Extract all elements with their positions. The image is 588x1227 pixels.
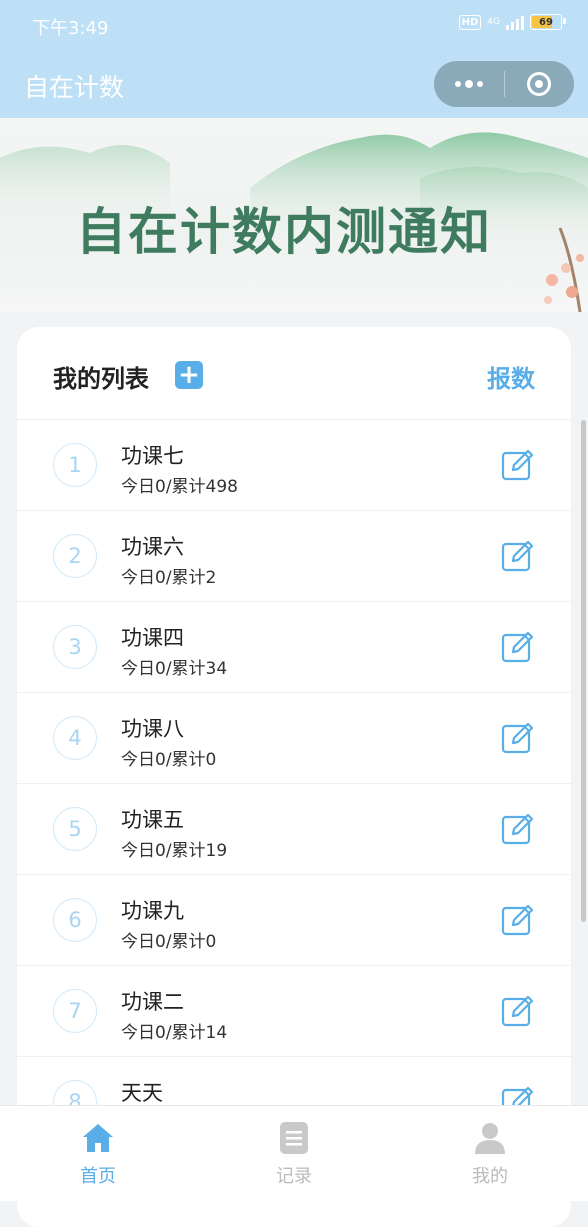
hd-icon: HD — [458, 14, 482, 30]
more-button[interactable] — [434, 61, 504, 107]
battery-icon: 69 — [530, 14, 566, 30]
index-badge: 5 — [53, 807, 97, 851]
index-badge: 1 — [53, 443, 97, 487]
network-label: 4G — [487, 17, 500, 27]
item-name: 功课二 — [121, 990, 184, 1014]
banner[interactable]: 自在计数内测通知 — [0, 118, 588, 312]
user-icon — [475, 1123, 505, 1154]
item-stats: 今日0/累计2 — [121, 568, 217, 588]
status-icons: HD 4G 69 — [458, 14, 566, 30]
list-item[interactable]: 1 功课七今日0/累计498 — [17, 420, 571, 511]
mini-program-capsule — [434, 61, 574, 107]
index-badge: 4 — [53, 716, 97, 760]
item-stats: 今日0/累计34 — [121, 659, 228, 679]
item-stats: 今日0/累计14 — [121, 1023, 228, 1043]
item-name: 功课六 — [121, 535, 184, 559]
index-badge: 7 — [53, 989, 97, 1033]
edit-icon[interactable] — [501, 994, 535, 1028]
list-item[interactable]: 3 功课四今日0/累计34 — [17, 602, 571, 693]
page-title: 自在计数 — [24, 73, 125, 102]
edit-icon[interactable] — [501, 903, 535, 937]
edit-icon[interactable] — [501, 630, 535, 664]
title-bar: 自在计数 — [0, 52, 588, 118]
edit-icon[interactable] — [501, 812, 535, 846]
list-title: 我的列表 — [53, 365, 149, 393]
list-item[interactable]: 6 功课九今日0/累计0 — [17, 875, 571, 966]
status-time: 下午3:49 — [32, 18, 109, 39]
status-bar: 下午3:49 HD 4G 69 — [0, 0, 588, 52]
list-item[interactable]: 4 功课八今日0/累计0 — [17, 693, 571, 784]
index-badge: 2 — [53, 534, 97, 578]
item-name: 天天 — [121, 1081, 163, 1105]
list-card: 我的列表 + 报数 1 功课七 今日0/累计498 2 功课六 今日0/累计2 3 功课四 今日… — [17, 327, 571, 1227]
home-icon — [83, 1124, 113, 1152]
item-stats: 今日0/累计0 — [121, 750, 217, 770]
signal-icon — [506, 14, 524, 30]
edit-icon[interactable] — [501, 448, 535, 482]
add-item-button[interactable]: + — [175, 361, 203, 389]
banner-title: 自在计数内测通知 — [76, 202, 492, 261]
tab-home[interactable]: 首页 — [0, 1106, 196, 1201]
list-item[interactable]: 5 功课五今日0/累计19 — [17, 784, 571, 875]
item-name: 功课七 — [121, 444, 184, 468]
tab-mine-label: 我的 — [472, 1166, 508, 1187]
card-header: 我的列表 + 报数 — [17, 327, 571, 420]
item-name: 功课九 — [121, 899, 184, 923]
edit-icon[interactable] — [501, 539, 535, 573]
item-stats: 今日0/累计19 — [121, 841, 228, 861]
edit-icon[interactable] — [501, 721, 535, 755]
more-dots-icon — [454, 80, 483, 88]
tab-bar: 首页 记录 我的 — [0, 1105, 588, 1201]
item-stats: 今日0/累计498 — [121, 477, 238, 497]
item-name: 功课八 — [121, 717, 184, 741]
close-miniprogram-button[interactable] — [505, 61, 575, 107]
battery-level: 69 — [539, 16, 553, 28]
item-list: 1 功课七今日0/累计498 2 功课六今日0/累计2 3 功课四今日0/累计34 4 功课八… — [17, 420, 571, 1148]
report-button[interactable]: 报数 — [487, 359, 535, 394]
index-badge: 3 — [53, 625, 97, 669]
list-item[interactable]: 7 功课二今日0/累计14 — [17, 966, 571, 1057]
item-name: 功课五 — [121, 808, 184, 832]
list-icon — [280, 1122, 308, 1154]
target-icon — [527, 72, 552, 96]
tab-records[interactable]: 记录 — [196, 1106, 392, 1201]
list-item[interactable]: 2 功课六今日0/累计2 — [17, 511, 571, 602]
index-badge: 6 — [53, 898, 97, 942]
tab-home-label: 首页 — [80, 1166, 116, 1187]
tab-mine[interactable]: 我的 — [392, 1106, 588, 1201]
scrollbar[interactable] — [581, 420, 586, 922]
tab-records-label: 记录 — [276, 1166, 312, 1187]
item-name: 功课四 — [121, 626, 184, 650]
item-stats: 今日0/累计0 — [121, 932, 217, 952]
